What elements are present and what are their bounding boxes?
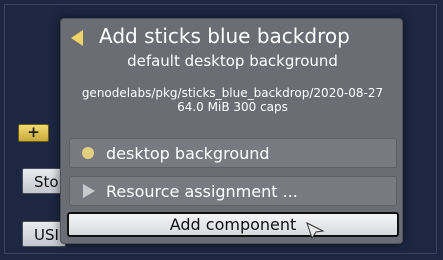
expand-triangle-icon	[83, 184, 95, 198]
dialog-subtitle: default desktop background	[127, 52, 338, 70]
radio-dot-icon	[82, 147, 94, 159]
add-button[interactable]: +	[18, 124, 49, 142]
package-info: 64.0 MiB 300 caps	[177, 100, 288, 114]
option-resource-assignment[interactable]: Resource assignment ...	[69, 176, 397, 206]
mouse-pointer-icon	[306, 222, 325, 240]
add-component-dialog: Add sticks blue backdrop default desktop…	[60, 18, 403, 244]
option-label: desktop background	[106, 144, 270, 163]
dialog-title: Add sticks blue backdrop	[99, 24, 350, 48]
package-path: genodelabs/pkg/sticks_blue_backdrop/2020…	[81, 86, 384, 100]
add-component-button[interactable]: Add component	[67, 212, 399, 237]
back-arrow-icon[interactable]	[71, 30, 83, 46]
option-desktop-background[interactable]: desktop background	[69, 138, 397, 168]
option-label: Resource assignment ...	[106, 182, 298, 201]
